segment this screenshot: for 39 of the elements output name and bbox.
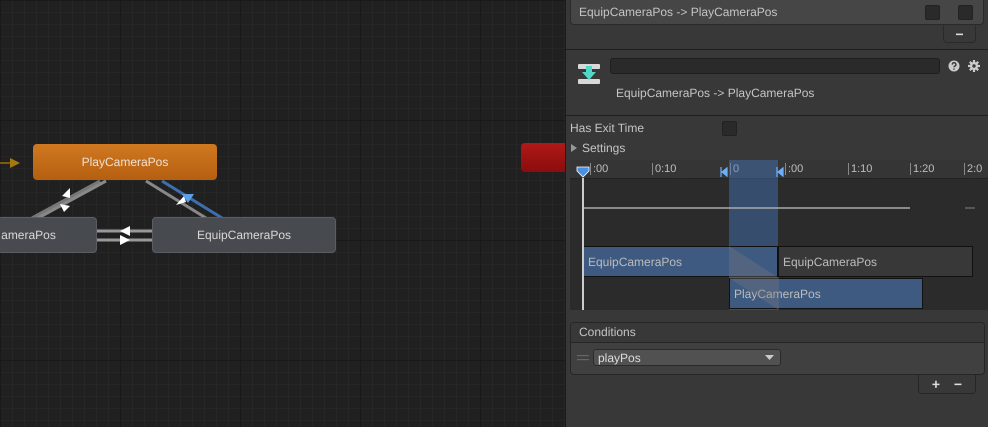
transition-title: EquipCameraPos -> PlayCameraPos — [615, 86, 816, 100]
transition-arrow[interactable] — [97, 226, 152, 245]
time-tick-label: :00 — [785, 163, 804, 175]
solo-checkbox[interactable] — [925, 4, 940, 20]
settings-icon[interactable] — [968, 60, 980, 72]
transition-end-marker-icon[interactable] — [776, 166, 784, 178]
transition-arrow[interactable] — [31, 180, 107, 220]
clip-bar[interactable]: PlayCameraPos — [729, 278, 923, 309]
clip-bar[interactable]: EquipCameraPos — [583, 246, 778, 277]
state-label: EquipCameraPos — [196, 228, 292, 242]
state-node[interactable]: ameraPos — [0, 217, 97, 253]
has-exit-time-label: Has Exit Time — [570, 121, 646, 135]
time-tick-label: 0:10 — [652, 163, 676, 175]
transition-arrow[interactable] — [145, 180, 207, 220]
clip-bar[interactable]: EquipCameraPos — [778, 246, 973, 277]
time-tick-label: 0 — [730, 163, 740, 175]
drag-handle-icon[interactable] — [577, 354, 589, 360]
time-tick-label: 1:10 — [848, 163, 872, 175]
state-label: PlayCameraPos — [82, 155, 168, 169]
remove-button[interactable]: − — [943, 25, 976, 43]
foldout-icon[interactable] — [570, 144, 578, 152]
transition-start-marker-icon[interactable] — [720, 166, 728, 178]
transition-list-item[interactable]: EquipCameraPos -> PlayCameraPos — [571, 0, 983, 24]
time-tick-label: 2:0 — [964, 163, 982, 175]
mute-checkbox[interactable] — [958, 4, 973, 20]
settings-foldout[interactable]: Settings — [582, 141, 626, 155]
transition-label: EquipCameraPos -> PlayCameraPos — [579, 5, 778, 19]
parameter-dropdown[interactable]: playPos — [593, 349, 781, 366]
state-node[interactable]: EquipCameraPos — [152, 217, 336, 253]
time-tick-label: 1:20 — [910, 163, 934, 175]
playhead-marker-icon[interactable] — [576, 166, 590, 178]
transition-icon — [577, 62, 601, 86]
state-label: ameraPos — [1, 228, 56, 242]
conditions-header: Conditions — [571, 323, 984, 343]
selected-transition-arrow[interactable] — [161, 180, 223, 220]
dropdown-arrow-icon — [765, 354, 774, 360]
name-field[interactable] — [610, 58, 940, 74]
help-icon[interactable] — [948, 60, 960, 72]
state-node[interactable] — [521, 143, 565, 172]
